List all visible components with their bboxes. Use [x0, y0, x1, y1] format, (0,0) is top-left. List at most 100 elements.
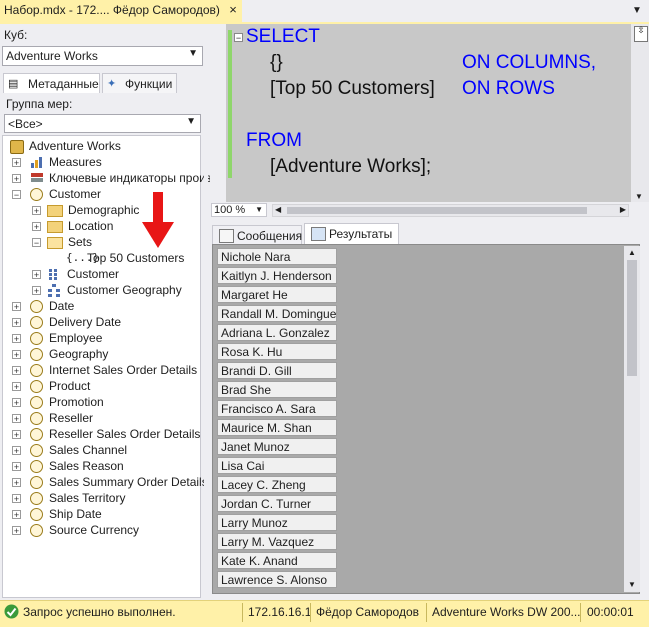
- grid-row-header[interactable]: Adriana L. Gonzalez: [217, 324, 337, 341]
- dimension-icon: [30, 300, 43, 313]
- tab-list-dropdown-icon[interactable]: ▼: [626, 2, 648, 20]
- grid-row-header[interactable]: Janet Munoz: [217, 438, 337, 455]
- tree-item-label: Sets: [68, 235, 93, 249]
- grid-row-header[interactable]: Lawrence S. Alonso: [217, 571, 337, 588]
- editor-vertical-scrollbar[interactable]: ⇳ ▼: [631, 24, 649, 202]
- expand-icon[interactable]: +: [12, 350, 21, 360]
- attribute-icon: [47, 267, 61, 281]
- chevron-down-icon: ▼: [186, 116, 196, 127]
- grid-row-header[interactable]: Francisco A. Sara: [217, 400, 337, 417]
- status-message: Запрос успешно выполнен.: [23, 605, 176, 619]
- grid-row-header[interactable]: Brad She: [217, 381, 337, 398]
- grid-row-header[interactable]: Brandi D. Gill: [217, 362, 337, 379]
- grid-row-header[interactable]: Maurice M. Shan: [217, 419, 337, 436]
- scroll-right-icon[interactable]: ▶: [620, 205, 626, 214]
- expand-icon[interactable]: +: [32, 222, 41, 232]
- tab-messages-label: Сообщения: [237, 229, 303, 243]
- tab-messages[interactable]: Сообщения: [212, 225, 302, 245]
- dimension-icon: [30, 508, 43, 521]
- tree-item-label: Reseller Sales Order Details: [49, 427, 201, 441]
- document-tab-title: Набор.mdx - 172.... Фёдор Самородов): [4, 3, 220, 17]
- expand-icon[interactable]: +: [12, 510, 21, 520]
- grid-row-header[interactable]: Lacey C. Zheng: [217, 476, 337, 493]
- collapse-icon[interactable]: −: [32, 238, 41, 248]
- code-on-rows: ON ROWS: [462, 78, 555, 99]
- close-icon[interactable]: ×: [226, 2, 240, 18]
- grid-row-header[interactable]: Rosa K. Hu: [217, 343, 337, 360]
- expand-icon[interactable]: +: [12, 446, 21, 456]
- tab-functions[interactable]: ✦ Функции: [102, 73, 177, 93]
- tree-item-label: Delivery Date: [49, 315, 122, 329]
- grid-row-header[interactable]: Margaret He: [217, 286, 337, 303]
- scroll-thumb[interactable]: [627, 260, 637, 376]
- scroll-down-icon[interactable]: ▼: [628, 580, 636, 589]
- expand-icon[interactable]: +: [12, 366, 21, 376]
- grid-row-header[interactable]: Lisa Cai: [217, 457, 337, 474]
- cube-select[interactable]: Adventure Works ▼: [2, 46, 203, 66]
- hierarchy-icon: [47, 283, 61, 297]
- expand-icon[interactable]: +: [12, 462, 21, 472]
- scroll-up-icon[interactable]: ▲: [628, 248, 636, 257]
- status-divider: [310, 603, 311, 622]
- status-elapsed: 00:00:01: [587, 605, 634, 619]
- tree-item-label: Measures: [49, 155, 102, 169]
- expand-icon[interactable]: +: [12, 174, 21, 184]
- cube-icon: [10, 140, 24, 154]
- outline-collapse-icon[interactable]: −: [234, 33, 243, 43]
- grid-row-header[interactable]: Jordan C. Turner: [217, 495, 337, 512]
- tree-item-label: Date: [49, 299, 75, 313]
- expand-icon[interactable]: +: [12, 478, 21, 488]
- tree-item-label: Customer: [67, 267, 120, 281]
- expand-icon[interactable]: +: [12, 382, 21, 392]
- tab-metadata-label: Метаданные: [28, 77, 99, 91]
- dimension-icon: [30, 316, 43, 329]
- tree-item-label: Ship Date: [49, 507, 102, 521]
- split-icon[interactable]: ⇳: [634, 26, 648, 42]
- dimension-icon: [30, 364, 43, 377]
- grid-row-header[interactable]: Larry M. Vazquez: [217, 533, 337, 550]
- cube-select-value: Adventure Works: [6, 49, 98, 63]
- scroll-left-icon[interactable]: ◀: [275, 205, 281, 214]
- grid-row-header[interactable]: Kate K. Anand: [217, 552, 337, 569]
- document-tab[interactable]: Набор.mdx - 172.... Фёдор Самородов) ×: [0, 0, 242, 22]
- expand-icon[interactable]: +: [32, 270, 41, 280]
- zoom-select[interactable]: 100 % ▼: [211, 203, 267, 217]
- tree-root-label: Adventure Works: [29, 139, 121, 153]
- expand-icon[interactable]: +: [12, 318, 21, 328]
- dimension-icon: [30, 444, 43, 457]
- expand-icon[interactable]: +: [32, 206, 41, 216]
- measure-group-label: Группа мер:: [6, 97, 73, 111]
- expand-icon[interactable]: +: [12, 302, 21, 312]
- expand-icon[interactable]: +: [12, 430, 21, 440]
- dimension-icon: [30, 460, 43, 473]
- tree-item-label: Top 50 Customers: [87, 251, 185, 265]
- results-vertical-scrollbar[interactable]: ▲ ▼: [624, 246, 640, 592]
- grid-row-header[interactable]: Nichole Nara: [217, 248, 337, 265]
- expand-icon[interactable]: +: [12, 494, 21, 504]
- code-cube: [Adventure Works];: [270, 156, 432, 177]
- expand-icon[interactable]: +: [12, 334, 21, 344]
- grid-row-header[interactable]: Randall M. Dominguez: [217, 305, 337, 322]
- editor-gutter: [210, 24, 226, 202]
- expand-icon[interactable]: +: [12, 414, 21, 424]
- scroll-down-icon[interactable]: ▼: [635, 192, 643, 201]
- grid-row-header[interactable]: Kaitlyn J. Henderson: [217, 267, 337, 284]
- expand-icon[interactable]: +: [32, 286, 41, 296]
- tab-results[interactable]: Результаты: [304, 223, 399, 245]
- tree-item-label: Sales Territory: [49, 491, 126, 505]
- status-database: Adventure Works DW 200...: [432, 605, 581, 619]
- expand-icon[interactable]: +: [12, 398, 21, 408]
- pane-splitter[interactable]: [204, 24, 208, 600]
- scroll-thumb[interactable]: [287, 207, 587, 214]
- expand-icon[interactable]: +: [12, 158, 21, 168]
- tree-item-label: Location: [68, 219, 114, 233]
- editor-horizontal-scrollbar[interactable]: ◀ ▶: [272, 204, 629, 217]
- collapse-icon[interactable]: −: [12, 190, 21, 200]
- measure-group-select[interactable]: <Все> ▼: [4, 114, 201, 133]
- dimension-icon: [30, 412, 43, 425]
- tab-metadata[interactable]: ▤ Метаданные: [3, 73, 100, 93]
- tree-item-label: Sales Summary Order Details: [49, 475, 208, 489]
- grid-row-header[interactable]: Larry Munoz: [217, 514, 337, 531]
- expand-icon[interactable]: +: [12, 526, 21, 536]
- tree-item-label: Sales Channel: [49, 443, 128, 457]
